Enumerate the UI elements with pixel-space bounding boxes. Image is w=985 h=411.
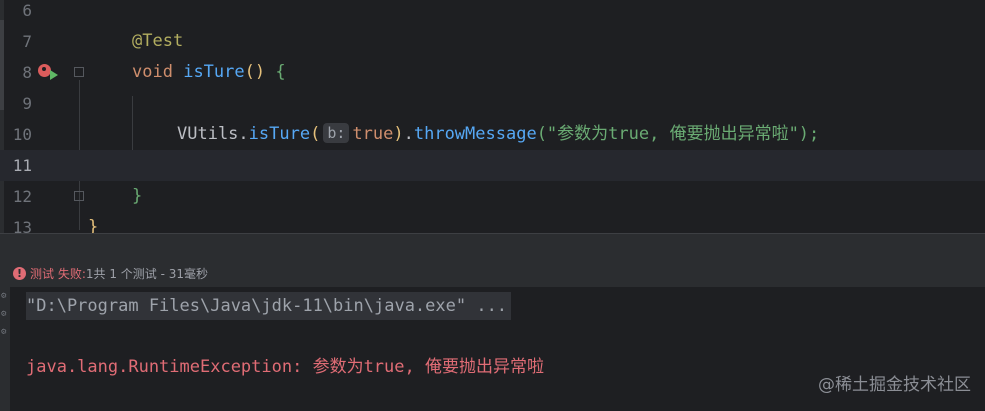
fold-marker-icon[interactable] — [74, 191, 84, 201]
annotation-token: @Test — [132, 31, 184, 51]
code-line[interactable]: 8 void isTure() { — [0, 57, 985, 88]
code-text: VUtils.isTure(b: true).throwMessage("参数为t… — [177, 123, 820, 144]
fail-label: 失败: — [57, 267, 86, 281]
line-number: 11 — [12, 156, 32, 175]
test-count: 1共 1 个测试 — [85, 267, 157, 281]
console-tool-icon[interactable]: ⚙ — [1, 327, 6, 337]
code-line[interactable]: 9 — [0, 88, 985, 119]
console-command-line[interactable]: "D:\Program Files\Java\jdk-11\bin\java.e… — [26, 292, 512, 320]
code-text: } — [88, 212, 98, 233]
method-name-token: isTure — [183, 62, 245, 82]
error-icon: ! — [13, 267, 26, 280]
brace-token: } — [88, 217, 99, 233]
brace-token: } — [132, 186, 143, 206]
test-status-text: 测试 失败:1共 1 个测试 - 31毫秒 — [30, 267, 209, 281]
code-line[interactable]: 6 — [0, 0, 985, 26]
code-line-current[interactable]: 11 — [0, 150, 985, 181]
line-number: 10 — [12, 125, 32, 144]
class-token: VUtils — [177, 124, 239, 144]
line-number: 6 — [22, 1, 32, 20]
watermark: @稀土掘金技术社区 — [818, 375, 971, 395]
line-number: 9 — [22, 94, 32, 113]
code-line[interactable]: 10 VUtils.isTure(b: true).throwMessage("参… — [0, 119, 985, 150]
method-call-token: throwMessage — [413, 124, 537, 144]
fold-marker-icon[interactable] — [74, 67, 84, 77]
console-toolbar: ⚙ ⚙ ⚙ — [0, 287, 10, 411]
line-number: 12 — [12, 187, 32, 206]
method-call-token: isTure — [248, 124, 311, 144]
keyword-token: void — [132, 62, 173, 82]
console-tool-icon[interactable]: ⚙ — [1, 291, 6, 301]
string-token: ("参数为true, 俺要抛出异常啦"); — [536, 124, 820, 144]
parens-token: () — [244, 62, 266, 82]
line-number: 7 — [22, 32, 32, 51]
code-line[interactable]: 12 } — [0, 181, 985, 212]
code-line[interactable]: 7 @Test — [0, 26, 985, 57]
brace-token: { — [275, 62, 286, 82]
run-test-icon[interactable] — [50, 70, 58, 80]
parameter-hint: b: — [323, 123, 350, 143]
console-tool-icon[interactable]: ⚙ — [1, 309, 6, 319]
panel-divider[interactable] — [0, 233, 985, 261]
run-console[interactable]: ⚙ ⚙ ⚙ "D:\Program Files\Java\jdk-11\bin\… — [0, 287, 985, 411]
line-number: 13 — [12, 218, 32, 233]
code-line[interactable]: 13 } — [0, 212, 985, 233]
code-text: @Test — [132, 26, 183, 57]
code-text: } — [132, 181, 142, 212]
test-duration: 31毫秒 — [168, 267, 209, 281]
test-status-bar: ! 测试 失败:1共 1 个测试 - 31毫秒 — [0, 261, 985, 287]
line-number: 8 — [22, 63, 32, 82]
console-exception-line[interactable]: java.lang.RuntimeException: 参数为true, 俺要抛… — [26, 353, 544, 381]
code-editor[interactable]: 6 7 @Test 8 void isTure() { 9 10 VUtils.… — [0, 0, 985, 233]
code-text: void isTure() { — [132, 57, 286, 88]
keyword-token: true — [352, 124, 394, 144]
